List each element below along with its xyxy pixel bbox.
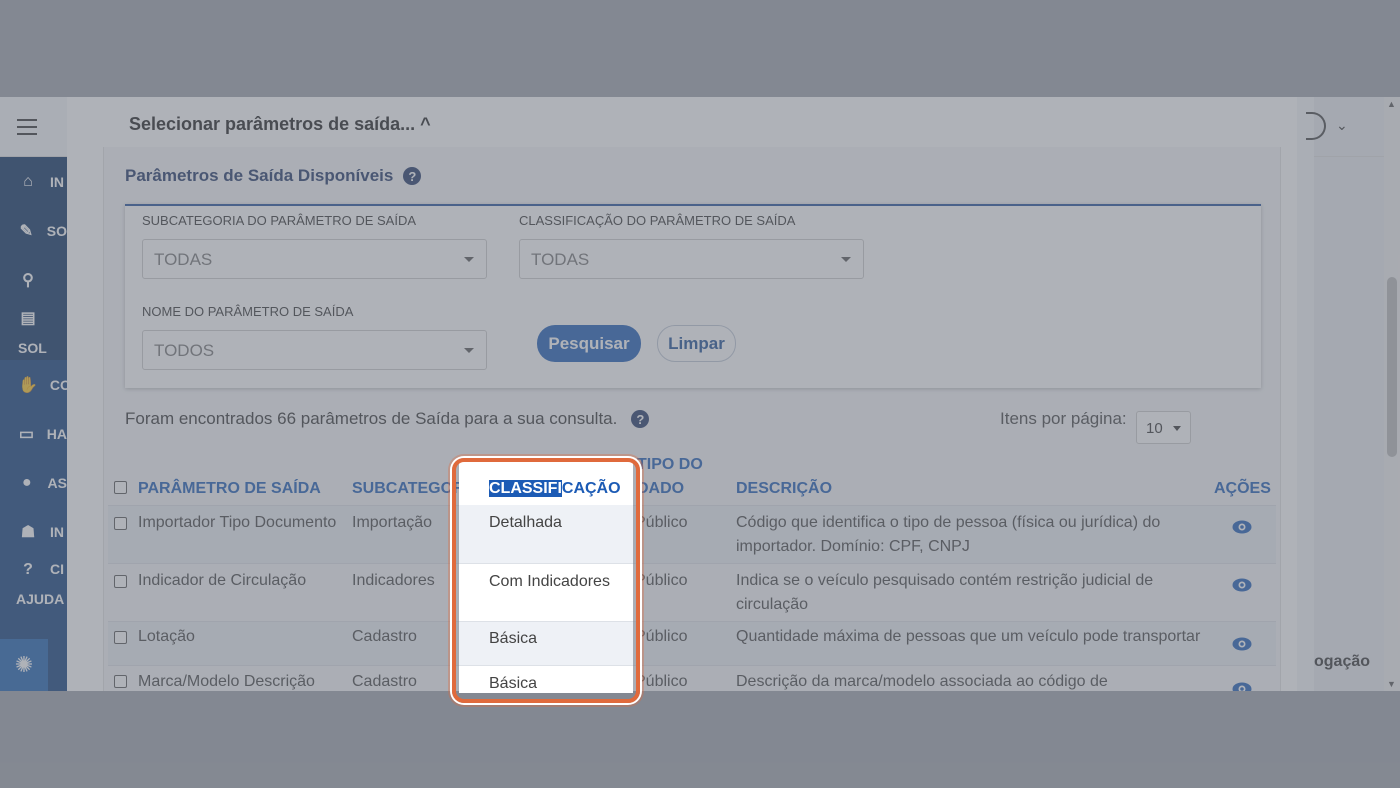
right-bottom-text: ogação <box>1314 653 1371 670</box>
scrollbar-thumb[interactable] <box>1387 277 1397 457</box>
sidebar-item-as[interactable]: ● AS <box>0 458 67 507</box>
cell-descricao-line2: circulação <box>736 596 809 613</box>
cell-subcategoria: Importação <box>352 514 433 531</box>
dropdown-caret-icon <box>841 257 851 262</box>
id-card-icon: ▭ <box>18 425 34 443</box>
filter-card: SUBCATEGORIA DO PARÂMETRO DE SAÍDA TODAS… <box>125 204 1261 388</box>
question-icon[interactable]: ? <box>403 167 422 185</box>
home-icon: ⌂ <box>23 172 33 190</box>
cell-descricao-line1: Indica se o veículo pesquisado contém re… <box>736 572 1154 589</box>
classificacao-label: CLASSIFICAÇÃO DO PARÂMETRO DE SAÍDA <box>519 213 796 228</box>
row-checkbox[interactable] <box>114 517 127 530</box>
header-parametro[interactable]: PARÂMETRO DE SAÍDA <box>138 480 321 498</box>
search-button[interactable]: Pesquisar <box>537 325 641 362</box>
dropdown-caret-icon <box>464 348 474 353</box>
scroll-up-icon[interactable]: ▲ <box>1387 99 1396 109</box>
table-row: Marca/Modelo Descrição Cadastro Público … <box>108 665 1276 691</box>
cell-tipo: Público <box>635 628 688 645</box>
section-title: Parâmetros de Saída Disponíveis ? <box>125 166 422 186</box>
hamburger-menu-icon[interactable] <box>17 119 37 135</box>
edit-icon: ✎ <box>19 222 34 240</box>
header-tipo-line2[interactable]: DADO <box>637 480 684 498</box>
modal-title[interactable]: Selecionar parâmetros de saída... ^ <box>129 114 431 135</box>
scroll-down-icon[interactable]: ▼ <box>1387 679 1396 689</box>
sidebar-item-inicio[interactable]: ⌂ IN <box>0 157 67 206</box>
bottom-backdrop <box>0 691 1400 788</box>
nome-select[interactable]: TODOS <box>142 330 487 370</box>
dropdown-caret-icon <box>1173 426 1181 431</box>
collapse-caret-icon[interactable]: ^ <box>420 114 431 134</box>
header-acoes: AÇÕES <box>1214 480 1271 497</box>
cell-tipo: Público <box>635 572 688 589</box>
row-checkbox[interactable] <box>114 575 127 588</box>
users-icon: ● <box>21 473 32 491</box>
header-tipo-line1[interactable]: TIPO DO <box>637 456 703 474</box>
handshake-icon: ✋ <box>18 376 38 394</box>
sidebar: ⌂ IN ✎ SO ⚲ ▤ SOL ✋ CO ▭ HA ● AS ☗ IN ? CI AJUDA … <box>0 97 71 691</box>
view-eye-icon[interactable] <box>1232 637 1252 651</box>
document-icon: ▤ <box>20 310 36 327</box>
top-backdrop <box>0 0 1400 97</box>
cell-parametro: Lotação <box>138 628 195 645</box>
cell-descricao-line1: Quantidade máxima de pessoas que um veíc… <box>736 628 1201 645</box>
result-summary: Foram encontrados 66 parâmetros de Saída… <box>125 409 650 429</box>
sidebar-topbar <box>0 97 67 157</box>
chevron-down-icon[interactable]: ⌄ <box>1336 117 1348 134</box>
clear-button[interactable]: Limpar <box>657 325 736 362</box>
table-row: Importador Tipo Documento Importação Púb… <box>108 505 1276 563</box>
question-icon[interactable]: ? <box>631 410 650 428</box>
header-descricao[interactable]: DESCRIÇÃO <box>736 480 832 498</box>
sidebar-item-ajuda[interactable]: ? CI AJUDA <box>0 556 67 612</box>
sidebar-item-ha[interactable]: ▭ HA <box>0 409 67 458</box>
search-icon: ⚲ <box>22 271 34 289</box>
per-page-label: Itens por página: <box>1000 409 1127 428</box>
page-scrollbar[interactable]: ▲ ▼ <box>1384 97 1400 691</box>
cell-subcategoria: Cadastro <box>352 628 417 645</box>
sidebar-item-in[interactable]: ☗ IN <box>0 507 67 556</box>
classificacao-select[interactable]: TODAS <box>519 239 864 279</box>
cell-parametro: Importador Tipo Documento <box>138 514 337 531</box>
table-row: Lotação Cadastro Público Quantidade máxi… <box>108 621 1276 665</box>
view-eye-icon[interactable] <box>1232 682 1252 691</box>
per-page-select[interactable]: 10 <box>1136 411 1191 444</box>
cell-parametro: Marca/Modelo Descrição <box>138 673 315 690</box>
subcategoria-select[interactable]: TODAS <box>142 239 487 279</box>
right-panel: ⌄ ogação ▲ ▼ <box>1306 97 1400 691</box>
cookie-settings-icon[interactable]: ✺ <box>0 639 48 691</box>
view-eye-icon[interactable] <box>1232 520 1252 534</box>
user-shield-icon: ☗ <box>20 523 36 541</box>
modal-body: Parâmetros de Saída Disponíveis ? SUBCAT… <box>103 147 1281 691</box>
select-all-checkbox[interactable] <box>114 481 127 494</box>
cell-subcategoria: Indicadores <box>352 572 435 589</box>
cell-descricao-line1: Código que identifica o tipo de pessoa (… <box>736 514 1161 531</box>
subcategoria-label: SUBCATEGORIA DO PARÂMETRO DE SAÍDA <box>142 213 417 228</box>
nome-label: NOME DO PARÂMETRO DE SAÍDA <box>142 304 354 319</box>
view-eye-icon[interactable] <box>1232 578 1252 592</box>
cell-subcategoria: Cadastro <box>352 673 417 690</box>
cell-descricao-line1: Descrição da marca/modelo associada ao c… <box>736 673 1108 690</box>
dropdown-caret-icon <box>464 257 474 262</box>
table-row: Indicador de Circulação Indicadores Públ… <box>108 563 1276 621</box>
sidebar-item-solicitar[interactable]: ✎ SO <box>0 206 67 255</box>
cell-tipo: Público <box>635 673 688 690</box>
highlight-frame <box>452 458 640 703</box>
cell-tipo: Público <box>635 514 688 531</box>
cell-descricao-line2: importador. Domínio: CPF, CNPJ <box>736 538 970 555</box>
user-avatar-icon[interactable] <box>1306 112 1326 140</box>
sidebar-item-search[interactable]: ⚲ <box>0 255 67 304</box>
help-circle-icon: ? <box>23 561 33 578</box>
row-checkbox[interactable] <box>114 631 127 644</box>
sidebar-item-co[interactable]: ✋ CO <box>0 360 71 409</box>
cell-parametro: Indicador de Circulação <box>138 572 307 589</box>
sidebar-item-solicitacoes[interactable]: ▤ SOL <box>0 304 67 360</box>
select-parameters-modal: Selecionar parâmetros de saída... ^ Parâ… <box>67 97 1297 691</box>
row-checkbox[interactable] <box>114 675 127 688</box>
